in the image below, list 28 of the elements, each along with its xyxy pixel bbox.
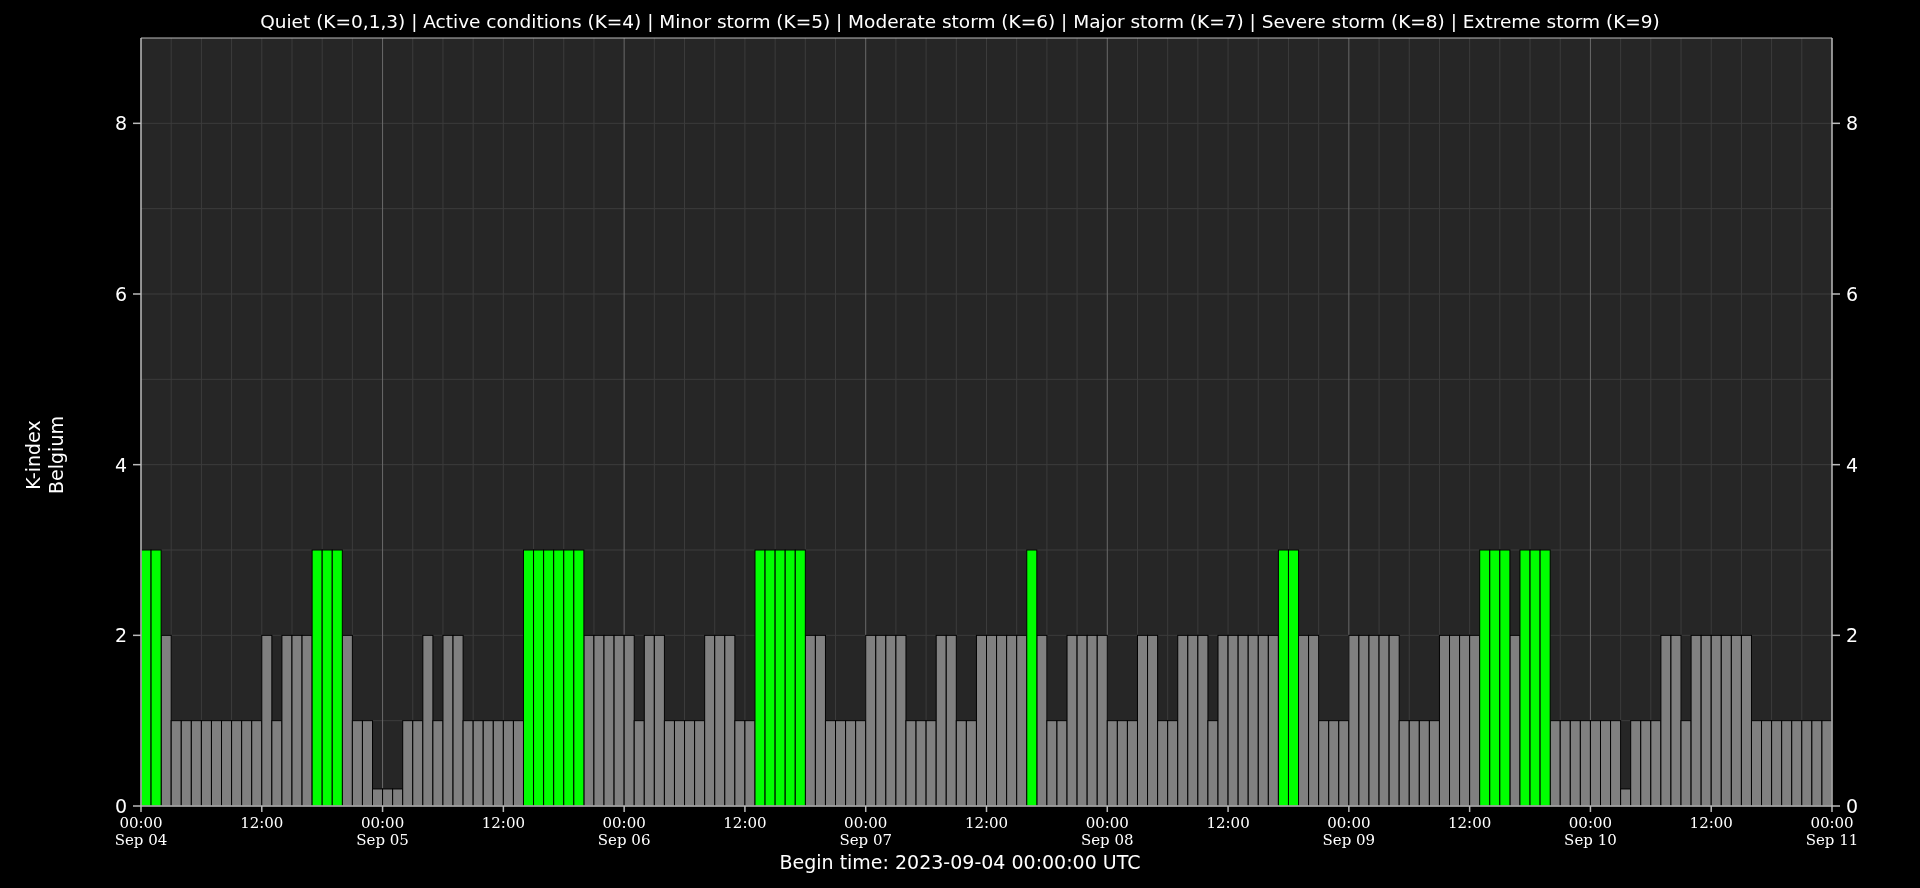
x-axis-label: Begin time: 2023-09-04 00:00:00 UTC [779, 851, 1141, 873]
y-tick-label: 0 [1846, 795, 1859, 817]
y-tick-label: 0 [114, 795, 127, 817]
y-tick-label: 8 [1846, 112, 1859, 135]
x-tick-label: 00:00 Sep 11 [1805, 814, 1859, 849]
x-tick-label: 00:00 Sep 04 [114, 814, 168, 849]
x-tick-label: 00:00 Sep 06 [597, 814, 651, 849]
x-tick-label: 12:00 [723, 814, 767, 832]
x-tick-label: 00:00 Sep 09 [1322, 814, 1376, 849]
x-tick-label: 12:00 [481, 814, 525, 832]
y-tick-label: 6 [114, 283, 127, 305]
y-tick-label: 2 [1846, 624, 1859, 647]
x-tick-label: 00:00 Sep 08 [1080, 814, 1134, 849]
y-tick-label: 4 [114, 453, 127, 476]
y-tick-label: 6 [1846, 283, 1859, 305]
x-tick-label: 12:00 [1206, 814, 1250, 832]
y-tick-label: 4 [1846, 453, 1859, 476]
x-tick-label: 12:00 [964, 814, 1009, 832]
y-tick-label: 2 [114, 624, 127, 647]
x-tick-label: 00:00 Sep 05 [356, 814, 409, 849]
x-tick-label: 00:00 Sep 10 [1564, 814, 1617, 849]
x-tick-label: 12:00 [1689, 814, 1733, 832]
y-tick-label: 8 [114, 112, 127, 135]
x-tick-label: 12:00 [240, 814, 284, 832]
y-axis-label: K-index Belgium [22, 416, 67, 494]
x-tick-label: 12:00 [1448, 814, 1492, 832]
x-tick-label: 00:00 Sep 07 [839, 814, 893, 849]
chart-title: Quiet (K=0,1,3) | Active conditions (K=4) | Minor storm (K=5) | Moderate storm (K=6) | Major storm (K=7) | Severe storm (K=8) | Extreme storm (K=9) [260, 11, 1660, 32]
